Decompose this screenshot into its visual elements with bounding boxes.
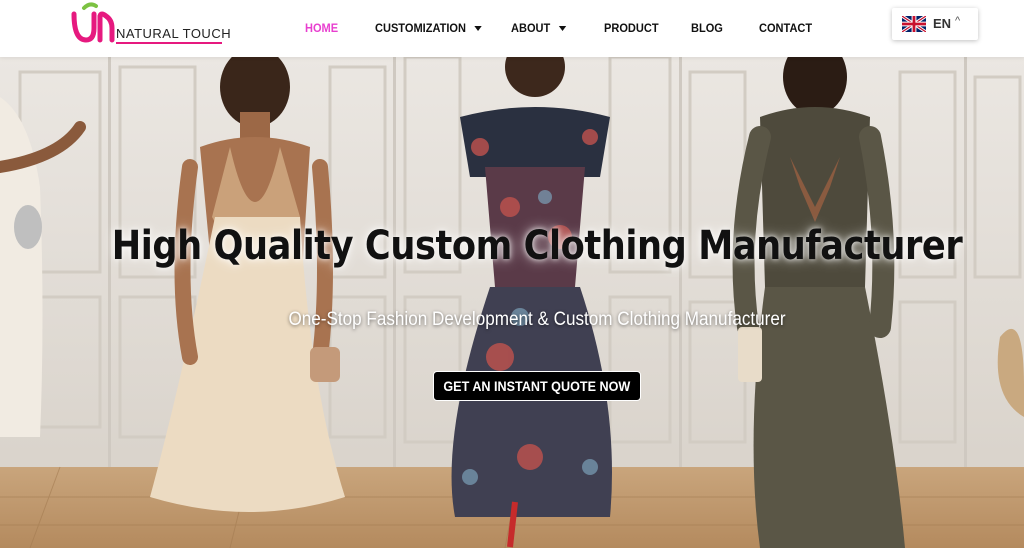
uk-flag-icon — [902, 16, 926, 32]
nav-about[interactable]: ABOUT — [511, 20, 566, 36]
caret-down-icon — [474, 25, 482, 31]
nav-contact[interactable]: CONTACT — [759, 20, 812, 36]
nav-customization[interactable]: CUSTOMIZATION — [375, 20, 482, 36]
language-code: EN — [933, 16, 952, 31]
nav-about-label: ABOUT — [511, 21, 551, 35]
caret-down-icon — [558, 25, 566, 31]
hero-subtitle: One-Stop Fashion Development & Custom Cl… — [288, 309, 786, 330]
get-quote-button-label: GET AN INSTANT QUOTE NOW — [443, 378, 631, 394]
nav-blog-label: BLOG — [691, 21, 723, 35]
nav-home[interactable]: HOME — [305, 20, 338, 36]
brand-logo[interactable]: NATURAL TOUCH — [70, 2, 232, 46]
logo-mark-icon — [71, 2, 115, 43]
nav-customization-label: CUSTOMIZATION — [375, 21, 466, 35]
hero-title: High Quality Custom Clothing Manufacture… — [111, 223, 963, 269]
nav-blog[interactable]: BLOG — [691, 20, 723, 36]
hero-banner: High Quality Custom Clothing Manufacture… — [0, 57, 1024, 548]
language-switcher[interactable]: EN ^ — [892, 8, 978, 40]
site-header: NATURAL TOUCH HOME CUSTOMIZATION ABOUT P… — [0, 0, 1024, 57]
chevron-up-icon: ^ — [955, 15, 961, 27]
hero-background-image — [0, 57, 1024, 548]
brand-underline — [116, 42, 222, 44]
nav-contact-label: CONTACT — [759, 21, 813, 35]
nav-product[interactable]: PRODUCT — [604, 20, 659, 36]
nav-product-label: PRODUCT — [604, 21, 659, 35]
brand-name: NATURAL TOUCH — [116, 26, 232, 41]
get-quote-button[interactable]: GET AN INSTANT QUOTE NOW — [433, 371, 641, 401]
nav-home-label: HOME — [305, 21, 339, 35]
